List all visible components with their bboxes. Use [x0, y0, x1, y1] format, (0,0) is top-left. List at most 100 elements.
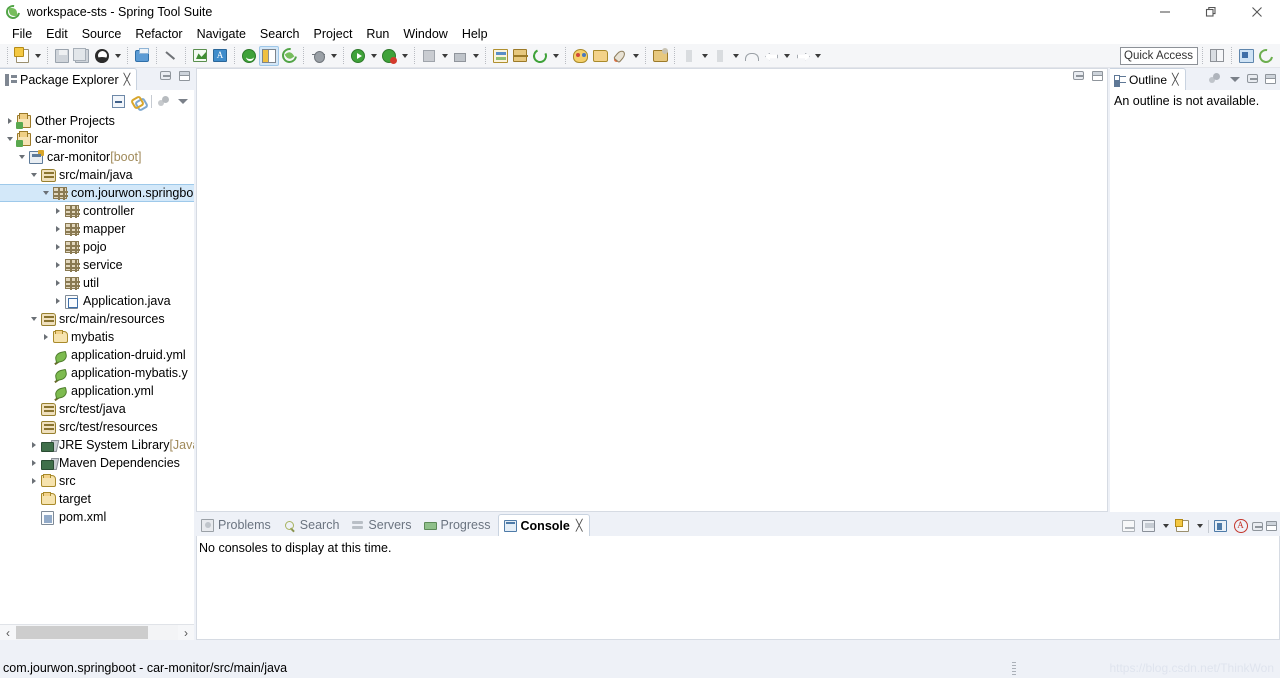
close-icon[interactable]: ╳ [576, 519, 583, 532]
skip-breakpoints-icon[interactable] [679, 46, 699, 66]
next-annotation-icon[interactable] [710, 46, 730, 66]
menu-edit[interactable]: Edit [39, 26, 75, 42]
view-menu-icon[interactable] [1230, 74, 1240, 84]
maximize-view-icon[interactable] [179, 71, 190, 81]
forward-icon[interactable] [792, 46, 812, 66]
collapse-all-icon[interactable] [112, 94, 125, 108]
color-palette-icon[interactable] [570, 46, 590, 66]
menu-window[interactable]: Window [396, 26, 454, 42]
tree-item[interactable]: application-druid.yml [0, 346, 194, 364]
console-body[interactable]: No consoles to display at this time. [196, 536, 1280, 640]
chevron-right-icon[interactable] [39, 328, 52, 346]
minimize-view-icon[interactable] [160, 71, 171, 80]
pin-console-icon[interactable] [1212, 518, 1229, 535]
menu-run[interactable]: Run [359, 26, 396, 42]
chevron-right-icon[interactable] [51, 220, 64, 238]
chevron-right-icon[interactable] [3, 112, 16, 130]
tree-item[interactable]: application-mybatis.y [0, 364, 194, 382]
tree-item[interactable]: src/test/resources [0, 418, 194, 436]
open-perspective-icon[interactable] [259, 45, 279, 66]
scroll-lock-icon[interactable] [1140, 518, 1157, 535]
annotations-icon[interactable]: A [210, 46, 230, 66]
folder-icon[interactable] [590, 46, 610, 66]
previous-edit-dropdown-icon[interactable] [781, 46, 792, 66]
next-annotation-dropdown-icon[interactable] [730, 46, 741, 66]
tree-item[interactable]: Maven Dependencies [0, 454, 194, 472]
chevron-right-icon[interactable] [27, 454, 40, 472]
external-tools-icon[interactable] [650, 46, 670, 66]
open-type-icon[interactable] [490, 46, 510, 66]
editor-area[interactable] [196, 68, 1108, 512]
chevron-down-icon[interactable] [15, 148, 28, 166]
spring-icon[interactable] [278, 45, 300, 66]
new-package-icon[interactable] [510, 46, 530, 66]
debug-dropdown-icon[interactable] [328, 46, 339, 66]
skip-breakpoints-dropdown-icon[interactable] [699, 46, 710, 66]
tab-problems[interactable]: Problems [196, 514, 278, 536]
minimize-button[interactable] [1142, 0, 1188, 24]
chevron-right-icon[interactable] [51, 274, 64, 292]
minimize-view-icon[interactable] [1252, 521, 1263, 531]
spring-boot-dashboard-icon[interactable] [239, 46, 259, 66]
package-explorer-hscrollbar[interactable]: ‹ › [0, 624, 194, 640]
tab-progress[interactable]: Progress [418, 514, 497, 536]
display-selected-console-dropdown-icon[interactable] [1160, 516, 1171, 536]
terminate-dropdown-icon[interactable] [439, 46, 450, 66]
tree-item[interactable]: src/main/java [0, 166, 194, 184]
build-icon[interactable] [450, 46, 470, 66]
new-wizard-dropdown-icon[interactable] [32, 46, 43, 66]
package-explorer-tree[interactable]: Other Projects car-monitor car-monitor [bo… [0, 112, 194, 640]
chevron-right-icon[interactable] [27, 436, 40, 454]
maximize-view-icon[interactable] [1265, 73, 1276, 84]
open-console-dropdown-icon[interactable] [1194, 516, 1205, 536]
tab-package-explorer[interactable]: Package Explorer ╳ [0, 68, 138, 90]
tree-item[interactable]: JRE System Library [Java [0, 436, 194, 454]
tree-item[interactable]: controller [0, 202, 194, 220]
close-icon[interactable]: ╳ [124, 73, 131, 86]
save-icon[interactable] [52, 46, 72, 66]
menu-help[interactable]: Help [455, 26, 495, 42]
menu-source[interactable]: Source [75, 26, 129, 42]
word-wrap-icon[interactable]: A [1232, 518, 1249, 535]
scroll-thumb[interactable] [16, 626, 148, 639]
tree-item[interactable]: pom.xml [0, 508, 194, 526]
clear-console-icon[interactable] [1120, 518, 1137, 535]
minimize-view-icon[interactable] [1247, 74, 1258, 83]
tree-item[interactable]: src [0, 472, 194, 490]
tree-item[interactable]: pojo [0, 238, 194, 256]
open-perspective-icon[interactable] [1207, 46, 1227, 66]
forward-dropdown-icon[interactable] [812, 46, 823, 66]
tab-console[interactable]: Console ╳ [497, 514, 591, 536]
maximize-view-icon[interactable] [1266, 521, 1277, 531]
spring-perspective-icon[interactable] [1256, 45, 1276, 66]
chevron-down-icon[interactable] [3, 130, 16, 148]
menu-file[interactable]: File [5, 26, 39, 42]
tree-item[interactable]: car-monitor [0, 130, 194, 148]
tree-item[interactable]: com.jourwon.springbo [0, 184, 194, 202]
open-console-icon[interactable] [1174, 518, 1191, 535]
focus-icon[interactable] [1209, 72, 1223, 85]
tree-item[interactable]: target [0, 490, 194, 508]
toggle-user-icon[interactable] [92, 46, 112, 66]
tree-item[interactable]: src/test/java [0, 400, 194, 418]
refresh-dropdown-icon[interactable] [550, 46, 561, 66]
tree-item[interactable]: util [0, 274, 194, 292]
run-icon[interactable] [348, 46, 368, 66]
tab-search[interactable]: Search [278, 514, 347, 536]
close-icon[interactable]: ╳ [1172, 73, 1179, 86]
tree-item[interactable]: car-monitor [boot] [0, 148, 194, 166]
view-menu-icon[interactable] [178, 96, 188, 106]
chevron-down-icon[interactable] [27, 166, 40, 184]
rocket-dropdown-icon[interactable] [630, 46, 641, 66]
previous-edit-icon[interactable] [761, 46, 781, 66]
maximize-restore-button[interactable] [1188, 0, 1234, 24]
menu-navigate[interactable]: Navigate [190, 26, 253, 42]
print-icon[interactable] [132, 46, 152, 66]
close-button[interactable] [1234, 0, 1280, 24]
scroll-track[interactable] [16, 625, 178, 640]
quick-fix-icon[interactable] [161, 46, 181, 66]
focus-icon[interactable] [158, 95, 172, 108]
menu-project[interactable]: Project [307, 26, 360, 42]
tree-item[interactable]: Application.java [0, 292, 194, 310]
toggle-user-dropdown-icon[interactable] [112, 46, 123, 66]
